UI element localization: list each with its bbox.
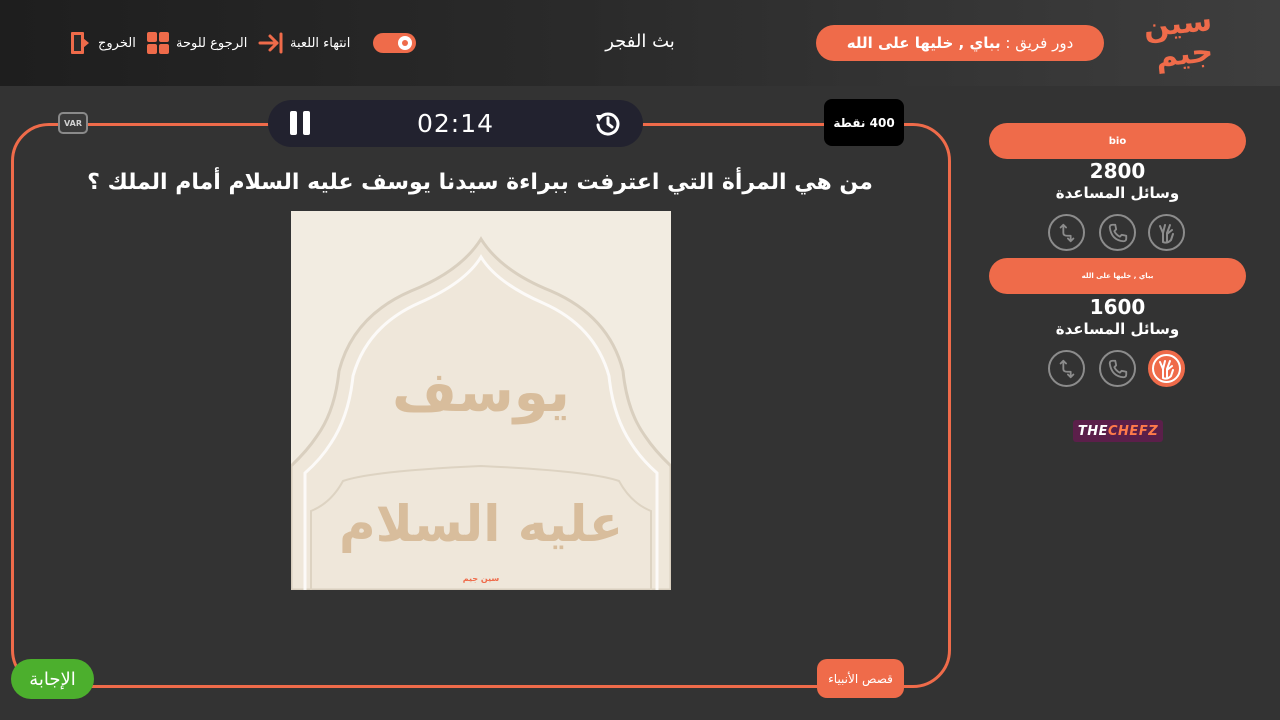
aids-label: وسائل المساعدة [1055,320,1180,338]
sponsor-word1: THE [1077,423,1109,439]
hands-icon[interactable] [1148,214,1185,251]
switch-icon[interactable] [1048,350,1085,387]
end-game-label: انتهاء اللعبة [290,35,351,51]
hands-icon[interactable] [1148,350,1185,387]
toggle-knob [398,36,412,50]
category-badge: قصص الأنبياء [817,659,904,698]
settings-toggle[interactable] [373,33,416,53]
reset-timer-icon[interactable] [593,109,623,139]
points-badge: 400 نقطة [824,99,904,146]
var-label: VAR [64,118,82,128]
sponsor-logo: THE CHEFZ [1073,420,1163,442]
sponsor-word2: CHEFZ [1108,423,1159,439]
answer-button[interactable]: الإجابة [11,659,94,699]
game-title: بث الفجر [605,31,675,52]
question-text: من هي المرأة التي اعترفت ببراءة سيدنا يو… [87,170,873,195]
phone-icon[interactable] [1099,350,1136,387]
image-watermark: سين جيم [463,574,500,583]
timer-display: 02:14 [416,109,495,138]
top-bar: سين جيم دور فريق : بباي , خليها على الله… [0,0,1280,86]
var-icon[interactable]: VAR [58,112,88,134]
exit-door-icon [71,32,89,54]
team-score: 1600 [1089,295,1146,319]
logo-text: سين جيم [1141,2,1215,75]
team-name-pill: bio [989,123,1246,159]
team-turn-banner: دور فريق : بباي , خليها على الله [816,25,1104,61]
phone-icon[interactable] [1099,214,1136,251]
question-image: يوسف عليه السلام سين جيم [291,211,671,590]
team-score: 2800 [1089,159,1146,183]
team-name-pill: بباي , خليها على الله [989,258,1246,294]
end-game-button[interactable]: انتهاء اللعبة [258,28,350,58]
exit-button[interactable]: الخروج [68,28,136,58]
exit-label: الخروج [98,35,136,51]
app-logo: سين جيم [1142,3,1218,79]
timer-bar: 02:14 [268,100,643,147]
switch-icon[interactable] [1048,214,1085,251]
grid-icon [147,32,169,54]
back-to-board-button[interactable]: الرجوع للوحة [146,28,247,58]
image-text-line1: يوسف [392,360,570,425]
image-text-line2: عليه السلام [339,495,623,553]
aids-label: وسائل المساعدة [1055,184,1180,202]
arrow-right-bar-icon [258,32,283,54]
turn-label: دور فريق : [1005,34,1074,52]
turn-team-name: بباي , خليها على الله [846,34,1001,52]
back-to-board-label: الرجوع للوحة [176,35,248,51]
